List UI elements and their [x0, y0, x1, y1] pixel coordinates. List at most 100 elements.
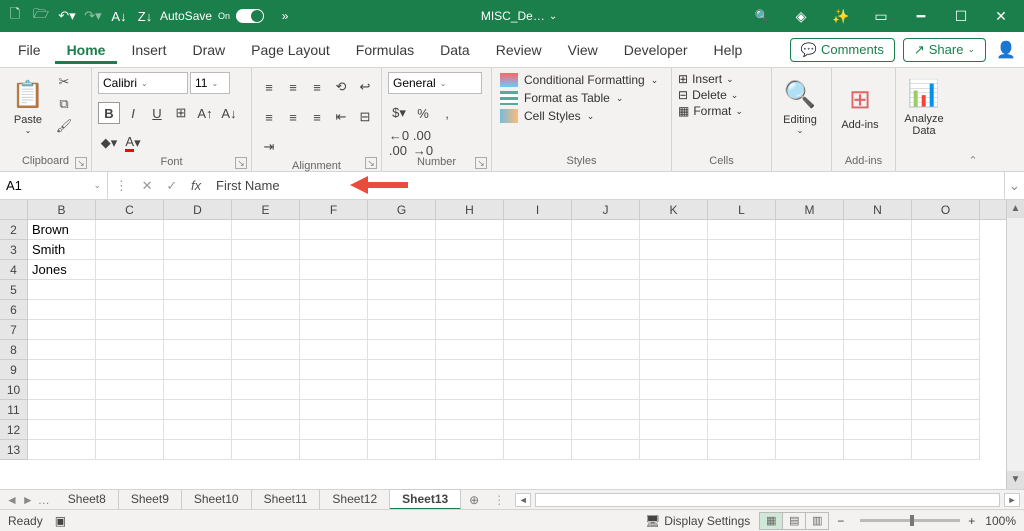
cell[interactable] — [232, 360, 300, 380]
decrease-decimal-icon[interactable]: .00 →0 — [412, 132, 434, 154]
cell[interactable] — [504, 240, 572, 260]
cell[interactable] — [96, 360, 164, 380]
tab-data[interactable]: Data — [428, 36, 482, 64]
share-button[interactable]: ↗Share⌄ — [903, 38, 986, 62]
sheet-overflow[interactable]: … — [38, 493, 50, 507]
cell[interactable] — [436, 320, 504, 340]
cell[interactable] — [300, 380, 368, 400]
cell[interactable] — [300, 400, 368, 420]
cell[interactable] — [708, 340, 776, 360]
cell-styles-button[interactable]: Cell Styles⌄ — [498, 108, 660, 124]
dialog-launcher-icon[interactable]: ↘ — [75, 157, 87, 169]
row-header[interactable]: 13 — [0, 440, 27, 460]
cell[interactable] — [96, 440, 164, 460]
tab-file[interactable]: File — [6, 36, 53, 64]
column-header[interactable]: O — [912, 200, 980, 219]
cell[interactable] — [232, 300, 300, 320]
cell[interactable] — [504, 320, 572, 340]
delete-cells-button[interactable]: ⊟Delete⌄ — [678, 88, 743, 102]
row-header[interactable]: 3 — [0, 240, 27, 260]
cell[interactable] — [436, 260, 504, 280]
cell[interactable] — [164, 340, 232, 360]
cell[interactable] — [28, 340, 96, 360]
cell[interactable] — [912, 240, 980, 260]
cell[interactable] — [572, 240, 640, 260]
cell[interactable] — [776, 220, 844, 240]
cell[interactable] — [504, 340, 572, 360]
cell[interactable] — [776, 300, 844, 320]
cell[interactable] — [776, 340, 844, 360]
cell[interactable] — [572, 220, 640, 240]
cell[interactable] — [912, 300, 980, 320]
cell[interactable] — [28, 360, 96, 380]
cell[interactable] — [640, 300, 708, 320]
cell[interactable] — [368, 300, 436, 320]
cell[interactable] — [912, 420, 980, 440]
cell[interactable] — [436, 240, 504, 260]
cell[interactable] — [436, 440, 504, 460]
cell[interactable] — [300, 220, 368, 240]
cell[interactable] — [912, 320, 980, 340]
cell[interactable] — [300, 300, 368, 320]
name-box[interactable]: A1 ⌄ — [0, 172, 108, 199]
cell[interactable] — [708, 300, 776, 320]
dialog-launcher-icon[interactable]: ↘ — [475, 157, 487, 169]
premium-icon[interactable]: ◈ — [782, 0, 820, 32]
underline-button[interactable]: U — [146, 102, 168, 124]
orientation-icon[interactable]: ⟲ — [330, 76, 352, 98]
cell[interactable] — [300, 320, 368, 340]
cell[interactable] — [708, 440, 776, 460]
comments-button[interactable]: 💬Comments — [790, 38, 895, 62]
scroll-left-icon[interactable]: ◄ — [515, 493, 531, 507]
cell[interactable] — [96, 240, 164, 260]
align-middle-icon[interactable]: ≡ — [282, 76, 304, 98]
toggle-switch-icon[interactable] — [236, 9, 264, 23]
zoom-level[interactable]: 100% — [985, 514, 1016, 528]
decrease-font-icon[interactable]: A↓ — [218, 102, 240, 124]
cell[interactable] — [912, 400, 980, 420]
cell[interactable] — [28, 380, 96, 400]
cell[interactable] — [504, 420, 572, 440]
cell[interactable]: Smith — [28, 240, 96, 260]
cell[interactable] — [368, 220, 436, 240]
autosave-toggle[interactable]: AutoSave On — [160, 9, 264, 23]
sort-desc-icon[interactable]: Z↓ — [134, 5, 156, 27]
fill-color-button[interactable]: ◆▾ — [98, 132, 120, 154]
close-button[interactable]: ✕ — [982, 0, 1020, 32]
expand-formula-bar-icon[interactable]: ⌄ — [1004, 172, 1024, 199]
cell[interactable] — [572, 440, 640, 460]
bold-button[interactable]: B — [98, 102, 120, 124]
cell[interactable] — [504, 360, 572, 380]
cell[interactable] — [232, 240, 300, 260]
cell[interactable] — [640, 220, 708, 240]
column-header[interactable]: L — [708, 200, 776, 219]
cell[interactable] — [164, 400, 232, 420]
tab-formulas[interactable]: Formulas — [344, 36, 426, 64]
cell[interactable] — [368, 360, 436, 380]
cell[interactable] — [572, 420, 640, 440]
redo-icon[interactable]: ↷▾ — [82, 5, 104, 27]
align-bottom-icon[interactable]: ≡ — [306, 76, 328, 98]
cell[interactable] — [368, 280, 436, 300]
cell[interactable] — [776, 320, 844, 340]
column-header[interactable]: E — [232, 200, 300, 219]
cell[interactable] — [300, 360, 368, 380]
search-icon[interactable]: 🔍 — [742, 9, 782, 23]
cell[interactable] — [300, 440, 368, 460]
cell[interactable] — [912, 280, 980, 300]
scroll-down-icon[interactable]: ▼ — [1007, 471, 1024, 489]
tab-developer[interactable]: Developer — [612, 36, 700, 64]
new-sheet-button[interactable]: ⊕ — [461, 493, 487, 507]
page-layout-view-icon[interactable]: ▤ — [782, 512, 806, 530]
cell[interactable] — [368, 340, 436, 360]
dialog-launcher-icon[interactable]: ↘ — [235, 157, 247, 169]
cell[interactable] — [300, 260, 368, 280]
tab-page-layout[interactable]: Page Layout — [239, 36, 342, 64]
format-as-table-button[interactable]: Format as Table⌄ — [498, 90, 660, 106]
prev-sheet-icon[interactable]: ◄ — [6, 493, 18, 507]
row-header[interactable]: 8 — [0, 340, 27, 360]
cell[interactable] — [776, 260, 844, 280]
cell[interactable] — [776, 240, 844, 260]
cell[interactable] — [232, 420, 300, 440]
cell[interactable] — [640, 320, 708, 340]
